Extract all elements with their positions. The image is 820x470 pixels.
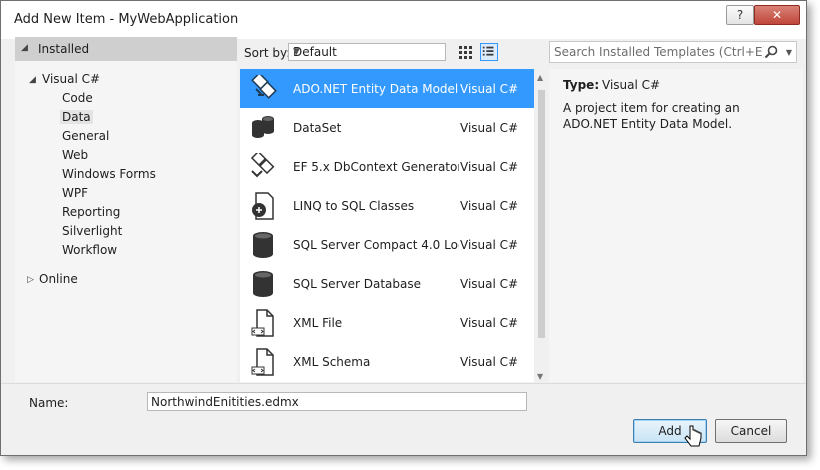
- template-name: XML File: [293, 316, 343, 330]
- scrollbar-thumb[interactable]: [538, 90, 545, 338]
- expanded-arrow-icon[interactable]: ◢: [21, 43, 28, 53]
- database-icon: [253, 271, 273, 297]
- dataset-icon: [252, 116, 274, 138]
- template-row-xml-schema[interactable]: XML Schema Visual C#: [240, 342, 534, 381]
- sort-by-label: Sort by:: [244, 46, 291, 60]
- template-row-xml-file[interactable]: XML File Visual C#: [240, 303, 534, 342]
- dbcontext-generator-icon: [250, 153, 275, 178]
- sort-by-dropdown[interactable]: Default ▼: [288, 43, 446, 61]
- template-name: SQL Server Compact 4.0 Local...: [293, 238, 459, 252]
- database-icon: [253, 232, 273, 258]
- tree-item-wpf[interactable]: WPF: [62, 186, 88, 200]
- scroll-down-icon[interactable]: ▼: [537, 372, 543, 381]
- close-button[interactable]: ✕: [754, 5, 800, 25]
- template-language: Visual C#: [460, 277, 519, 291]
- title-bar: Add New Item - MyWebApplication ? ✕: [1, 1, 806, 39]
- window-title: Add New Item - MyWebApplication: [14, 12, 239, 27]
- scroll-up-icon[interactable]: ▲: [537, 73, 543, 82]
- tree-item-web[interactable]: Web: [62, 148, 88, 162]
- template-language: Visual C#: [460, 316, 519, 330]
- tree-item-installed: Installed: [38, 42, 90, 56]
- template-details-pane: Type: Visual C# A project item for creat…: [549, 69, 803, 382]
- template-language: Visual C#: [460, 121, 519, 135]
- template-language: Visual C#: [460, 355, 519, 369]
- type-label: Type:: [563, 78, 600, 92]
- tree-item-reporting[interactable]: Reporting: [62, 205, 120, 219]
- mouse-cursor-icon: [684, 425, 702, 447]
- cancel-button[interactable]: Cancel: [715, 419, 787, 443]
- entity-model-icon: [251, 75, 277, 99]
- help-button[interactable]: ?: [726, 5, 754, 25]
- template-description: A project item for creating an ADO.NET E…: [563, 101, 740, 131]
- tree-installed-header[interactable]: ◢ Installed: [15, 37, 237, 61]
- template-name: LINQ to SQL Classes: [293, 199, 415, 213]
- template-name: SQL Server Database: [293, 277, 421, 291]
- tree-item-workflow[interactable]: Workflow: [62, 243, 117, 257]
- template-language: Visual C#: [460, 82, 519, 96]
- medium-icons-view-icon[interactable]: [456, 43, 474, 61]
- list-view-icon[interactable]: [480, 43, 498, 61]
- search-box: ▼: [549, 41, 797, 63]
- name-field[interactable]: [147, 392, 527, 411]
- template-row-sql-server-database[interactable]: SQL Server Database Visual C#: [240, 264, 534, 303]
- xml-file-icon: [251, 309, 274, 337]
- template-row-linq-to-sql-classes[interactable]: LINQ to SQL Classes Visual C#: [240, 186, 534, 225]
- tree-item-data[interactable]: Data: [60, 110, 93, 124]
- linq-to-sql-icon: [252, 192, 274, 220]
- search-options-dropdown-icon[interactable]: ▼: [786, 48, 792, 57]
- type-value: Visual C#: [602, 78, 661, 92]
- template-row-ef-dbcontext-generator[interactable]: EF 5.x DbContext Generator Visual C#: [240, 147, 534, 186]
- xml-schema-icon: [251, 348, 274, 376]
- tree-item-visual-csharp[interactable]: Visual C#: [42, 72, 100, 86]
- tree-item-online[interactable]: Online: [39, 272, 78, 286]
- template-name: DataSet: [293, 121, 342, 135]
- add-new-item-dialog: Add New Item - MyWebApplication ? ✕ ◢ In…: [0, 0, 807, 456]
- template-language: Visual C#: [460, 238, 519, 252]
- template-list: ADO.NET Entity Data Model Visual C# Data…: [240, 69, 534, 382]
- name-label: Name:: [29, 396, 69, 410]
- tree-item-code[interactable]: Code: [62, 91, 93, 105]
- template-name: XML Schema: [293, 355, 371, 369]
- collapsed-arrow-icon[interactable]: ▷: [27, 275, 34, 285]
- template-row-ado-net-entity-data-model[interactable]: ADO.NET Entity Data Model Visual C#: [240, 69, 534, 108]
- template-name: ADO.NET Entity Data Model: [293, 82, 459, 96]
- template-row-dataset[interactable]: DataSet Visual C#: [240, 108, 534, 147]
- tree-item-silverlight[interactable]: Silverlight: [62, 224, 122, 238]
- template-language: Visual C#: [460, 199, 519, 213]
- search-input[interactable]: [554, 43, 764, 61]
- search-icon[interactable]: [764, 45, 778, 59]
- expanded-arrow-icon[interactable]: ◢: [29, 75, 36, 85]
- template-category-tree: ◢ Installed ◢ Visual C# Code Data Genera…: [15, 37, 237, 382]
- tree-item-general[interactable]: General: [62, 129, 109, 143]
- template-language: Visual C#: [460, 160, 519, 174]
- chevron-down-icon: ▼: [293, 47, 300, 57]
- tree-item-windows-forms[interactable]: Windows Forms: [62, 167, 156, 181]
- template-row-sql-server-compact[interactable]: SQL Server Compact 4.0 Local... Visual C…: [240, 225, 534, 264]
- template-name: EF 5.x DbContext Generator: [293, 160, 459, 174]
